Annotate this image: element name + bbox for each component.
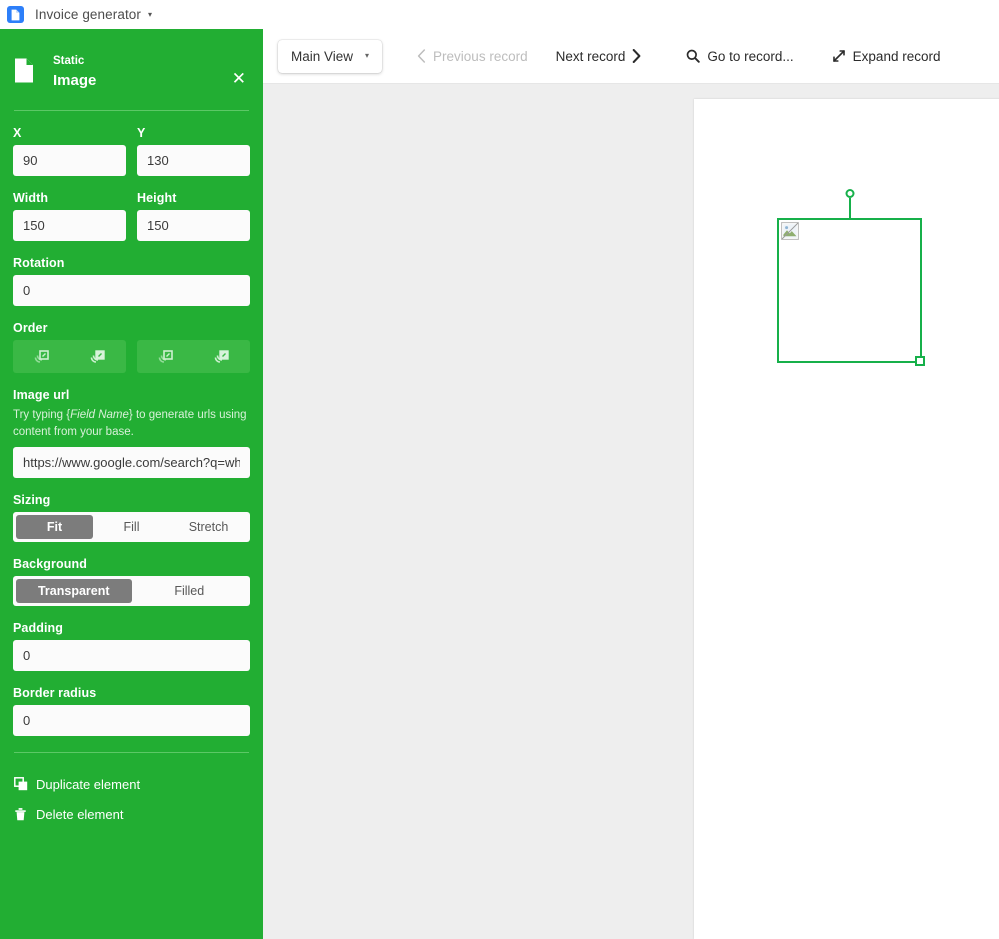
app-bar: Invoice generator ▾ bbox=[0, 0, 999, 29]
image-url-helper: Try typing {Field Name} to generate urls… bbox=[13, 407, 250, 440]
expand-record-button[interactable]: Expand record bbox=[822, 40, 951, 73]
previous-record-button[interactable]: Previous record bbox=[407, 40, 538, 73]
expand-icon bbox=[832, 49, 846, 63]
duplicate-element-button[interactable]: Duplicate element bbox=[13, 769, 250, 799]
height-field-group: Height bbox=[137, 176, 250, 241]
send-backward-icon[interactable] bbox=[13, 340, 70, 373]
width-label: Width bbox=[13, 191, 49, 205]
border-radius-input[interactable] bbox=[13, 705, 250, 737]
go-to-record-button[interactable]: Go to record... bbox=[676, 40, 803, 73]
app-title: Invoice generator bbox=[35, 7, 142, 22]
border-radius-label: Border radius bbox=[13, 686, 97, 701]
sizing-option-fill[interactable]: Fill bbox=[93, 515, 170, 539]
background-option-transparent[interactable]: Transparent bbox=[16, 579, 132, 604]
sizing-segmented-control[interactable]: Fit Fill Stretch bbox=[13, 512, 250, 543]
width-input[interactable] bbox=[13, 210, 126, 241]
next-record-label: Next record bbox=[555, 48, 626, 64]
resize-handle-bottom-right[interactable] bbox=[915, 356, 925, 366]
delete-element-label: Delete element bbox=[36, 806, 124, 822]
panel-header: Static Image ✕ bbox=[0, 29, 263, 110]
order-row bbox=[13, 340, 250, 373]
padding-label: Padding bbox=[13, 621, 64, 636]
sizing-label: Sizing bbox=[13, 493, 51, 508]
document-icon bbox=[13, 57, 35, 89]
go-to-record-label: Go to record... bbox=[707, 48, 794, 64]
padding-input[interactable] bbox=[13, 640, 250, 672]
document-app-icon bbox=[7, 6, 24, 23]
chevron-right-icon bbox=[632, 49, 641, 63]
order-forward-group[interactable] bbox=[137, 340, 250, 373]
order-backward-group[interactable] bbox=[13, 340, 126, 373]
previous-record-label: Previous record bbox=[433, 48, 528, 64]
sizing-option-fit[interactable]: Fit bbox=[16, 515, 93, 540]
rotation-stem bbox=[848, 198, 851, 220]
x-label: X bbox=[13, 126, 22, 140]
bring-forward-icon[interactable] bbox=[137, 340, 194, 373]
order-label: Order bbox=[13, 321, 48, 335]
document-page[interactable] bbox=[694, 99, 999, 939]
rotation-input[interactable] bbox=[13, 275, 250, 306]
image-url-input[interactable] bbox=[13, 447, 250, 479]
record-toolbar: Main View ▾ Previous record Next record … bbox=[263, 29, 999, 84]
y-label: Y bbox=[137, 126, 146, 140]
y-input[interactable] bbox=[137, 145, 250, 176]
chevron-down-icon[interactable]: ▾ bbox=[148, 10, 152, 19]
position-row: X Y bbox=[13, 111, 250, 176]
element-kind-label: Static bbox=[53, 55, 85, 67]
duplicate-icon bbox=[13, 777, 28, 791]
send-to-back-icon[interactable] bbox=[70, 340, 127, 373]
y-field-group: Y bbox=[137, 111, 250, 176]
search-icon bbox=[686, 49, 701, 63]
canvas-area[interactable] bbox=[263, 84, 999, 939]
background-label: Background bbox=[13, 557, 87, 572]
x-input[interactable] bbox=[13, 145, 126, 176]
background-segmented-control[interactable]: Transparent Filled bbox=[13, 576, 250, 607]
chevron-down-icon: ▾ bbox=[365, 51, 370, 60]
view-select-dropdown[interactable]: Main View ▾ bbox=[278, 39, 383, 73]
image-url-label: Image url bbox=[13, 388, 70, 402]
background-option-filled[interactable]: Filled bbox=[132, 579, 248, 603]
helper-field-name: Field Name bbox=[70, 409, 129, 421]
size-row: Width Height bbox=[13, 176, 250, 241]
height-label: Height bbox=[137, 191, 177, 205]
helper-pre: Try typing { bbox=[13, 409, 71, 421]
selected-image-element[interactable] bbox=[777, 189, 925, 366]
duplicate-element-label: Duplicate element bbox=[36, 776, 141, 792]
panel-actions-divider bbox=[14, 752, 249, 754]
x-field-group: X bbox=[13, 111, 126, 176]
broken-image-icon bbox=[781, 222, 799, 240]
rotation-label: Rotation bbox=[13, 256, 65, 270]
trash-icon bbox=[13, 807, 28, 821]
panel-header-text: Static Image bbox=[53, 54, 96, 90]
height-input[interactable] bbox=[137, 210, 250, 241]
element-properties-panel: Static Image ✕ X Y Width Height bbox=[0, 29, 263, 939]
close-icon[interactable]: ✕ bbox=[232, 70, 246, 87]
chevron-left-icon bbox=[417, 49, 426, 63]
next-record-button[interactable]: Next record bbox=[546, 40, 652, 73]
main-area: Main View ▾ Previous record Next record … bbox=[263, 29, 999, 939]
element-name-label: Image bbox=[53, 71, 97, 89]
panel-body: X Y Width Height Rotation Order bbox=[0, 111, 263, 737]
view-select-label: Main View bbox=[291, 48, 354, 64]
sizing-option-stretch[interactable]: Stretch bbox=[170, 515, 247, 539]
rotation-handle[interactable] bbox=[845, 189, 854, 198]
delete-element-button[interactable]: Delete element bbox=[13, 799, 250, 829]
expand-record-label: Expand record bbox=[852, 48, 941, 64]
panel-actions: Duplicate element Delete element bbox=[0, 769, 263, 829]
bring-to-front-icon[interactable] bbox=[194, 340, 251, 373]
width-field-group: Width bbox=[13, 176, 126, 241]
